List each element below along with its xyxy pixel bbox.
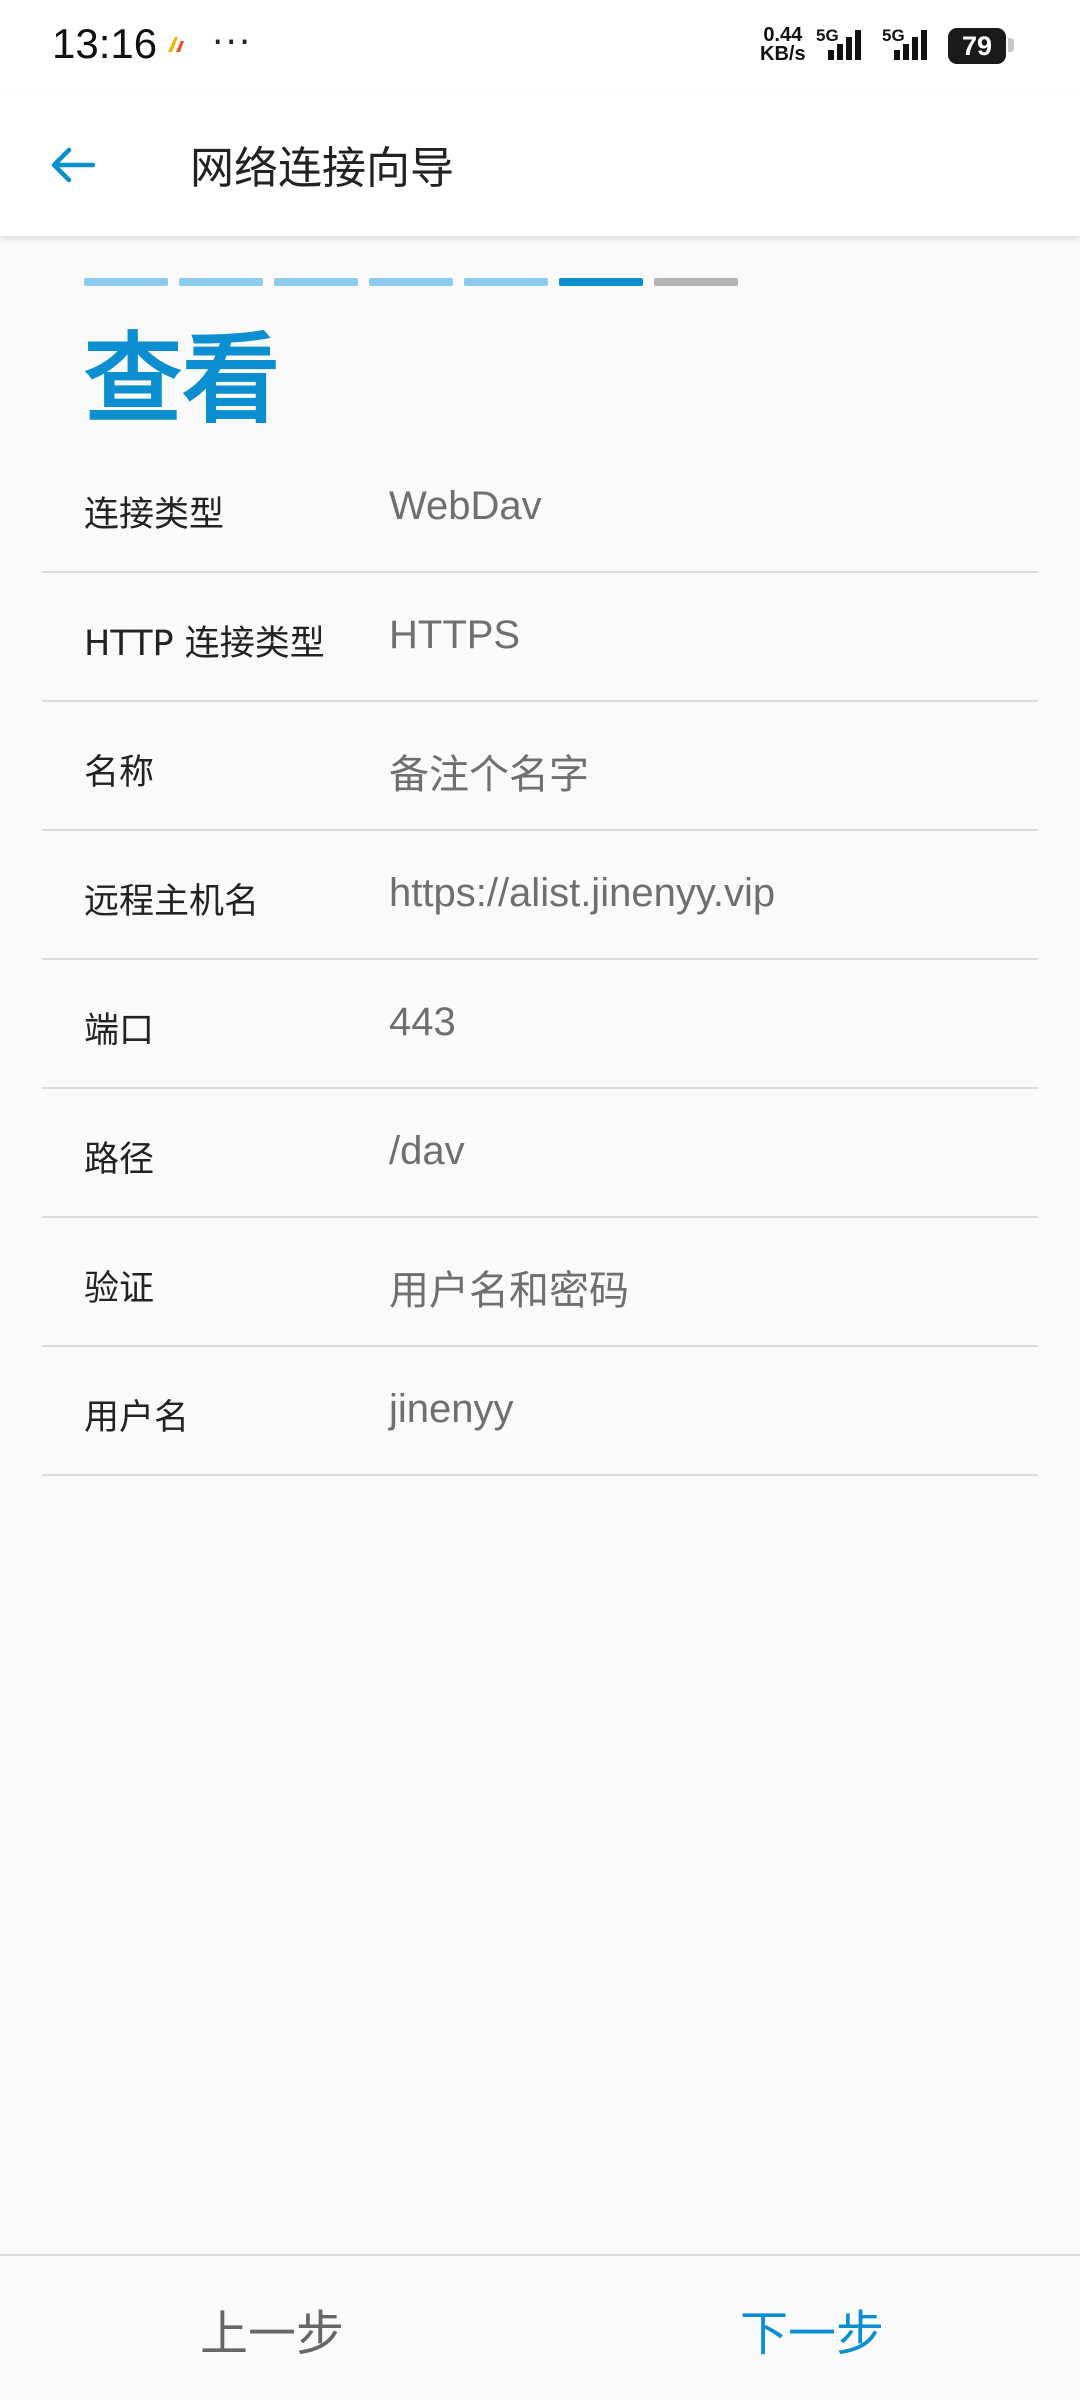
next-step-button[interactable]: 下一步 xyxy=(740,2294,884,2364)
signal-5g-icon: 5G xyxy=(816,24,872,64)
list-item-port: 端口 443 xyxy=(42,960,1038,1089)
battery-level: 79 xyxy=(961,31,993,61)
field-value: https://alist.jinenyy.vip xyxy=(389,871,776,915)
progress-step-pending xyxy=(654,278,738,286)
field-label: HTTP 连接类型 xyxy=(84,624,325,664)
list-item-name: 名称 备注个名字 xyxy=(42,702,1038,831)
list-item-username: 用户名 jinenyy xyxy=(42,1347,1038,1476)
page-title: 查看 xyxy=(84,323,281,437)
back-arrow-icon xyxy=(51,147,96,183)
field-value: 备注个名字 xyxy=(389,753,589,797)
progress-step-done xyxy=(369,278,453,286)
field-value: WebDav xyxy=(389,484,542,528)
app-title: 网络连接向导 xyxy=(190,143,454,194)
progress-step-done xyxy=(464,278,548,286)
field-value: 用户名和密码 xyxy=(389,1269,629,1313)
field-label: 验证 xyxy=(84,1269,155,1309)
battery-icon: 79 xyxy=(948,28,1006,64)
wizard-progress xyxy=(84,278,738,286)
field-label: 用户名 xyxy=(84,1398,190,1438)
battery-cap xyxy=(1008,38,1014,52)
app-notification-icon xyxy=(166,34,188,58)
field-label: 远程主机名 xyxy=(84,882,260,922)
progress-step-done xyxy=(274,278,358,286)
list-item-auth: 验证 用户名和密码 xyxy=(42,1218,1038,1347)
status-time: 13:16 xyxy=(52,20,158,67)
wizard-nav-bar: 上一步 下一步 xyxy=(0,2254,1080,2400)
list-item-path: 路径 /dav xyxy=(42,1089,1038,1218)
app-bar: 网络连接向导 xyxy=(0,92,1080,236)
progress-step-done xyxy=(179,278,263,286)
field-label: 端口 xyxy=(84,1011,155,1051)
field-label: 路径 xyxy=(84,1140,155,1180)
status-bar: 13:16 ··· 0.44 KB/s 5G 5G 79 xyxy=(0,0,1080,92)
list-item-http-type: HTTP 连接类型 HTTPS xyxy=(42,573,1038,702)
summary-list: 连接类型 WebDav HTTP 连接类型 HTTPS 名称 备注个名字 远程主… xyxy=(42,444,1038,1476)
progress-step-done xyxy=(84,278,168,286)
network-speed-unit: KB/s xyxy=(760,43,806,65)
more-notifications-icon: ··· xyxy=(212,22,253,63)
field-value: /dav xyxy=(389,1129,465,1173)
field-label: 连接类型 xyxy=(84,495,225,535)
field-value: 443 xyxy=(389,1000,456,1044)
list-item-remote-host: 远程主机名 https://alist.jinenyy.vip xyxy=(42,831,1038,960)
previous-step-button[interactable]: 上一步 xyxy=(200,2294,344,2364)
signal-5g-secondary-icon: 5G xyxy=(882,24,938,64)
list-item-connection-type: 连接类型 WebDav xyxy=(42,444,1038,573)
back-button[interactable] xyxy=(36,128,110,202)
field-value: HTTPS xyxy=(389,613,521,657)
field-value: jinenyy xyxy=(389,1387,514,1431)
progress-step-current xyxy=(559,278,643,286)
network-speed: 0.44 KB/s xyxy=(760,25,806,65)
field-label: 名称 xyxy=(84,753,155,793)
